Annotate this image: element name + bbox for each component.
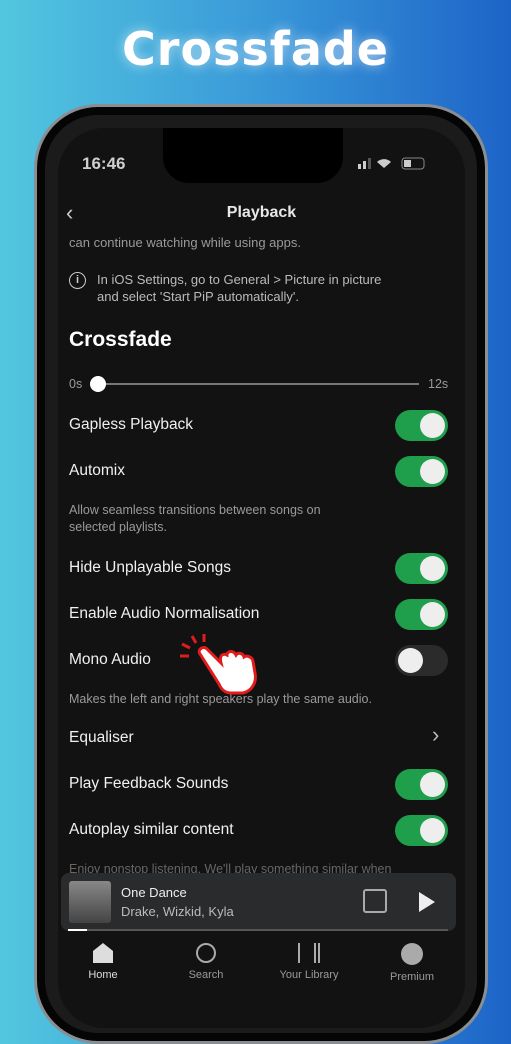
nav-library[interactable]: Your Library — [259, 943, 359, 981]
track-artist: Drake, Wizkid, Kyla — [121, 904, 234, 919]
automix-toggle[interactable] — [395, 456, 448, 487]
crossfade-slider[interactable] — [90, 376, 419, 392]
crossfade-heading: Crossfade — [69, 328, 172, 351]
play-icon[interactable] — [419, 892, 435, 912]
nav-premium[interactable]: Premium — [362, 943, 462, 983]
chevron-right-icon[interactable]: › — [432, 722, 439, 748]
gapless-label: Gapless Playback — [69, 416, 194, 433]
autoplay-toggle[interactable] — [395, 815, 448, 846]
devices-icon[interactable] — [363, 889, 387, 913]
phone-screen: 16:46 ‹ Playback can continue watching w… — [58, 128, 465, 1028]
track-title: One Dance — [121, 885, 187, 900]
normalisation-label: Enable Audio Normalisation — [69, 605, 260, 622]
page-title: Playback — [226, 204, 297, 221]
slider-max: 12s — [428, 377, 449, 391]
spotify-icon — [401, 943, 423, 965]
equaliser-label: Equaliser — [69, 729, 134, 746]
status-icons — [358, 156, 438, 170]
feedback-sounds-toggle[interactable] — [395, 769, 448, 800]
library-icon — [298, 943, 320, 963]
pip-info: In iOS Settings, go to General > Picture… — [97, 272, 382, 304]
autoplay-label: Autoplay similar content — [69, 821, 234, 838]
search-icon — [196, 943, 216, 963]
hide-unplayable-toggle[interactable] — [395, 553, 448, 584]
normalisation-toggle[interactable] — [395, 599, 448, 630]
automix-label: Automix — [69, 462, 125, 479]
mono-audio-label: Mono Audio — [69, 651, 151, 668]
playback-progress — [68, 929, 448, 931]
feedback-sounds-label: Play Feedback Sounds — [69, 775, 229, 792]
automix-desc: Allow seamless transitions between songs… — [69, 503, 321, 534]
nav-search[interactable]: Search — [156, 943, 256, 981]
info-icon: i — [69, 272, 86, 289]
mini-player[interactable]: One Dance Drake, Wizkid, Kyla — [61, 873, 456, 931]
pip-text: can continue watching while using apps. — [69, 235, 301, 250]
tap-hand-icon — [180, 634, 257, 695]
nav-home[interactable]: Home — [58, 943, 153, 981]
gapless-toggle[interactable] — [395, 410, 448, 441]
dynamic-island — [163, 128, 343, 183]
hide-unplayable-label: Hide Unplayable Songs — [69, 559, 231, 576]
banner-title: Crossfade — [122, 22, 389, 76]
home-icon — [93, 943, 113, 963]
mono-audio-toggle[interactable] — [395, 645, 448, 676]
slider-min: 0s — [69, 377, 83, 391]
album-art — [69, 881, 111, 923]
status-time: 16:46 — [82, 154, 126, 173]
slider-thumb[interactable] — [90, 376, 106, 392]
